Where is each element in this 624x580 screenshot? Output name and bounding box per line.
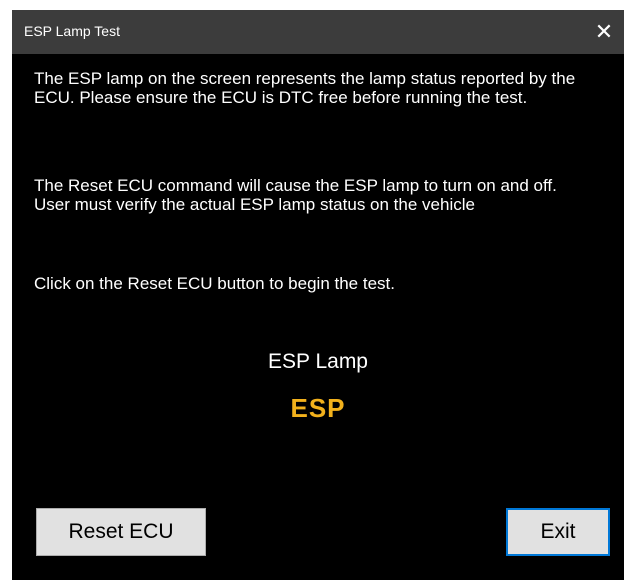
esp-lamp-test-dialog: ESP Lamp Test ✕ The ESP lamp on the scre… [12,10,624,580]
reset-ecu-button[interactable]: Reset ECU [36,508,206,556]
close-icon: ✕ [594,19,614,44]
instruction-paragraph-3: Click on the Reset ECU button to begin t… [34,274,395,293]
instruction-paragraph-1: The ESP lamp on the screen represents th… [34,69,576,107]
exit-button[interactable]: Exit [506,508,610,556]
esp-lamp-label: ESP Lamp [267,350,368,373]
close-button[interactable]: ✕ [584,10,624,54]
esp-lamp-indicator: ESP [290,393,346,423]
instruction-paragraph-2: The Reset ECU command will cause the ESP… [34,176,557,214]
title-bar[interactable]: ESP Lamp Test ✕ [12,10,624,54]
window-title: ESP Lamp Test [24,23,120,39]
